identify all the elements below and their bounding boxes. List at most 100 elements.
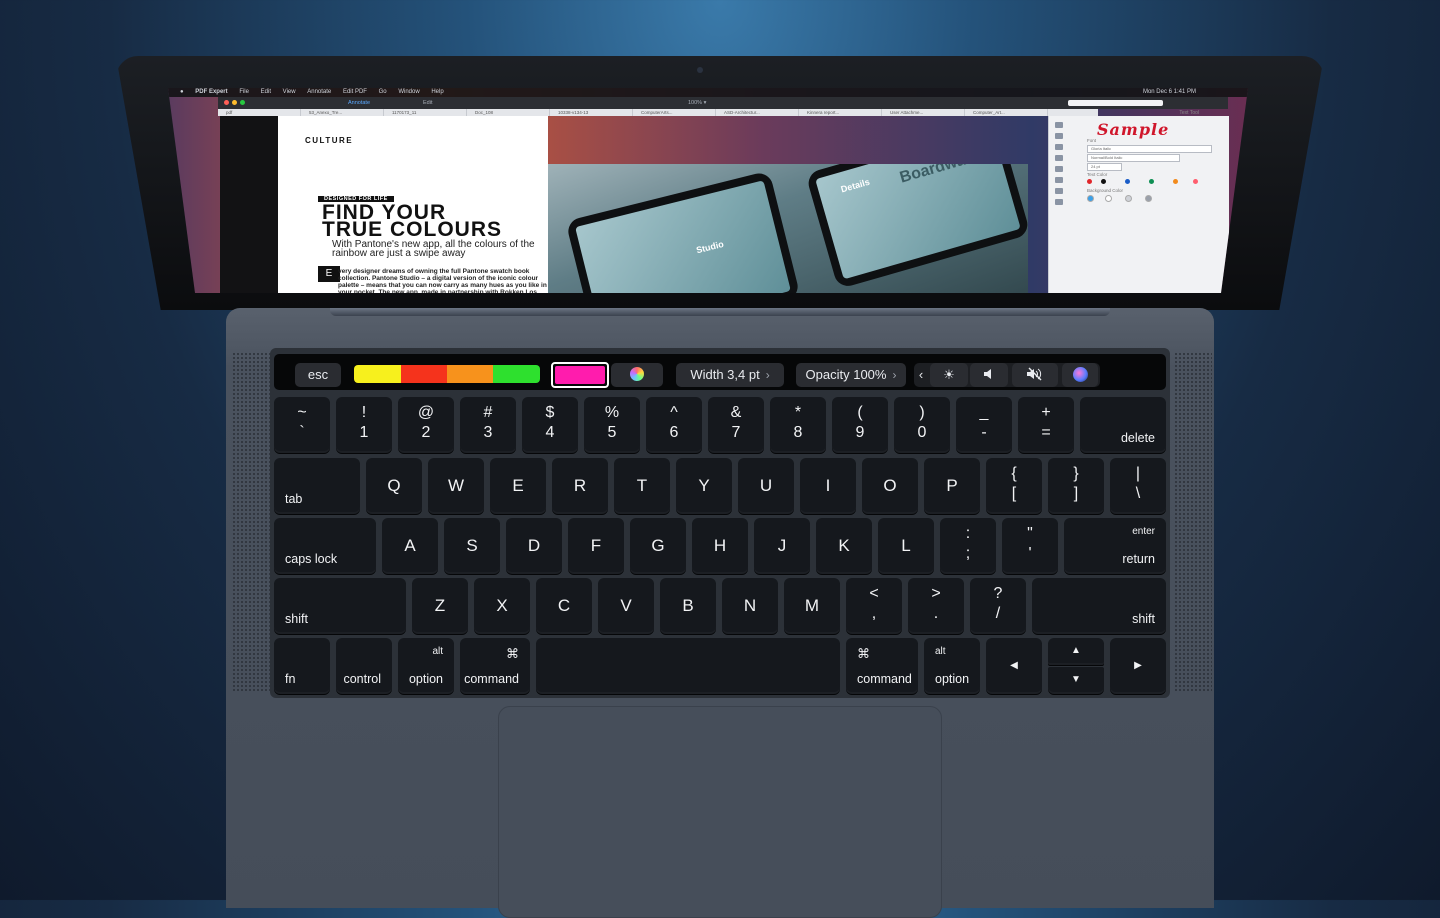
key-quote[interactable]: " ' [1002,518,1058,574]
key-2[interactable]: @2 [398,397,454,453]
menu-app-name[interactable]: PDF Expert [195,89,227,95]
color-swatch-orange[interactable] [447,365,493,383]
key-i[interactable]: I [800,458,856,514]
bg-swatch-white[interactable] [1105,195,1112,202]
menu-go[interactable]: Go [379,89,387,95]
key-u[interactable]: U [738,458,794,514]
key-right-bracket[interactable]: }] [1048,458,1104,514]
key-arrow-right[interactable]: ▶ [1110,638,1166,694]
key-z[interactable]: Z [412,578,468,634]
size-field[interactable]: 24 pt [1087,163,1122,171]
note-tool-icon[interactable] [1055,166,1063,172]
menu-edit[interactable]: Edit [261,89,271,95]
doc-tab[interactable]: 10338-v134-13 [550,109,633,116]
key-4[interactable]: $4 [522,397,578,453]
key-r[interactable]: R [552,458,608,514]
esc-key[interactable]: esc [295,363,341,387]
key-k[interactable]: K [816,518,872,574]
style-select[interactable]: Normal/Bold Italic [1087,154,1180,162]
key-arrow-down[interactable]: ▼ [1048,667,1104,694]
signature-tool-icon[interactable] [1055,199,1063,205]
key-control[interactable]: control [336,638,392,694]
eraser-tool-icon[interactable] [1055,188,1063,194]
key-arrow-left[interactable]: ◀ [986,638,1042,694]
color-swatch-pink[interactable] [1193,179,1198,184]
search-field[interactable] [1068,100,1163,106]
key-minus[interactable]: _ - [956,397,1012,453]
doc-tab[interactable]: Computer_Art... [965,109,1048,116]
key-arrow-up[interactable]: ▲ [1048,638,1104,665]
shape-tool-icon[interactable] [1055,155,1063,161]
bg-swatch-blue[interactable] [1087,195,1094,202]
key-l[interactable]: L [878,518,934,574]
doc-tab[interactable]: ASD-Architectur... [716,109,799,116]
key-v[interactable]: V [598,578,654,634]
pdf-page[interactable]: CULTURE DESIGNED FOR LIFE FIND YOUR TRUE… [278,116,548,293]
key-1[interactable]: ! 1 [336,397,392,453]
doc-tab[interactable]: Kinnera report... [799,109,882,116]
key-caps-lock[interactable]: caps lock [274,518,376,574]
color-swatch-red[interactable] [401,365,447,383]
key-w[interactable]: W [428,458,484,514]
color-swatch-green[interactable] [493,365,540,383]
selected-color-swatch[interactable] [551,362,609,388]
color-picker-button[interactable] [611,363,663,387]
siri-button[interactable] [1062,363,1098,387]
color-swatch-blue[interactable] [1125,179,1130,184]
menu-edit-pdf[interactable]: Edit PDF [343,89,367,95]
key-left-option[interactable]: alt option [398,638,454,694]
key-tilde[interactable]: ~ ` [274,397,330,453]
color-swatch-black[interactable] [1101,179,1106,184]
key-7[interactable]: & 7 [708,397,764,453]
key-a[interactable]: A [382,518,438,574]
menu-window[interactable]: Window [398,89,419,95]
key-right-shift[interactable]: shift [1032,578,1166,634]
volume-button[interactable] [970,363,1008,387]
key-semicolon[interactable]: :; [940,518,996,574]
key-space[interactable] [536,638,840,694]
doc-tab[interactable]: pdf [218,109,301,116]
menubar-clock[interactable]: Mon Dec 6 1:41 PM [1143,88,1196,97]
minimize-window-button[interactable] [232,100,237,105]
key-0[interactable]: ) 0 [894,397,950,453]
brightness-button[interactable]: ☀ [930,363,968,387]
color-swatch-yellow[interactable] [354,365,401,383]
doc-tab[interactable]: User Attachme... [882,109,965,116]
doc-tab[interactable]: 53_Anexo_Tre... [301,109,384,116]
highlight-tool-icon[interactable] [1055,133,1063,139]
menu-file[interactable]: File [239,89,249,95]
key-o[interactable]: O [862,458,918,514]
apple-icon[interactable]: ● [180,89,184,95]
key-n[interactable]: N [722,578,778,634]
key-m[interactable]: M [784,578,840,634]
key-right-option[interactable]: alt option [924,638,980,694]
mute-button[interactable] [1012,363,1058,387]
key-9[interactable]: (9 [832,397,888,453]
bg-swatch-gray[interactable] [1145,195,1152,202]
key-f[interactable]: F [568,518,624,574]
edit-tab[interactable]: Edit [423,97,432,109]
key-y[interactable]: Y [676,458,732,514]
key-left-bracket[interactable]: {[ [986,458,1042,514]
collapse-control-strip-icon[interactable]: ‹ [914,363,928,387]
key-b[interactable]: B [660,578,716,634]
key-g[interactable]: G [630,518,686,574]
key-period[interactable]: >. [908,578,964,634]
width-button[interactable]: Width 3,4 pt › [676,363,784,387]
key-h[interactable]: H [692,518,748,574]
bg-swatch-light-gray[interactable] [1125,195,1132,202]
key-p[interactable]: P [924,458,980,514]
font-select[interactable]: Gloria Italic [1087,145,1212,153]
key-5[interactable]: % 5 [584,397,640,453]
key-x[interactable]: X [474,578,530,634]
key-j[interactable]: J [754,518,810,574]
key-t[interactable]: T [614,458,670,514]
stamp-tool-icon[interactable] [1055,177,1063,183]
key-q[interactable]: Q [366,458,422,514]
color-swatch-green[interactable] [1149,179,1154,184]
key-slash[interactable]: ? / [970,578,1026,634]
key-comma[interactable]: <, [846,578,902,634]
color-swatch-orange[interactable] [1173,179,1178,184]
text-tool-icon[interactable] [1055,122,1063,128]
key-delete[interactable]: delete [1080,397,1166,453]
